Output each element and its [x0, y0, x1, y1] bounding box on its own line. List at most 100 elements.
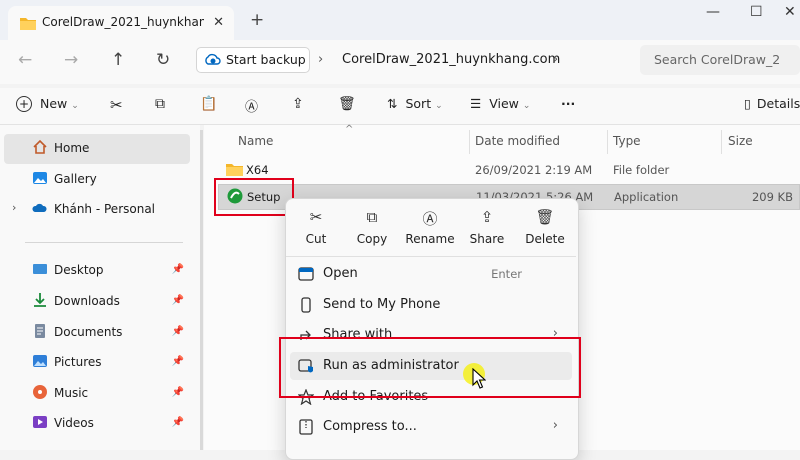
pin-icon[interactable]: 📌: [172, 326, 184, 337]
pin-icon[interactable]: 📌: [172, 387, 184, 398]
sidebar-item-downloads[interactable]: Downloads 📌: [4, 287, 190, 317]
chevron-down-icon: ⌄: [435, 101, 443, 111]
cloud-icon: [32, 203, 47, 212]
quick-action-label: Rename: [405, 232, 455, 246]
refresh-icon[interactable]: ↻: [156, 50, 170, 70]
phone-icon: [301, 297, 311, 313]
new-tab-button[interactable]: +: [250, 10, 264, 30]
pictures-icon: [33, 355, 47, 367]
sort-icon: ⇅: [387, 96, 398, 111]
sidebar-item-gallery[interactable]: Gallery: [4, 165, 190, 195]
pin-icon[interactable]: 📌: [172, 264, 184, 275]
tab-title: CorelDraw_2021_huynkhang.com: [42, 15, 204, 29]
forward-icon[interactable]: →: [64, 50, 78, 70]
sidebar-item-home[interactable]: Home: [4, 134, 190, 164]
view-button[interactable]: ☰ View ⌄: [470, 96, 530, 111]
breadcrumb-path[interactable]: CorelDraw_2021_huynkhang.com: [342, 52, 560, 67]
column-divider[interactable]: [469, 130, 470, 154]
sidebar-item-label: Home: [54, 141, 90, 155]
sidebar-item-label: Khánh - Personal: [54, 202, 156, 216]
highlight-box-run-as-admin: [279, 337, 581, 398]
rename-icon: Ⓐ: [422, 210, 438, 228]
search-input[interactable]: Search CorelDraw_2: [640, 45, 800, 75]
column-divider[interactable]: [721, 130, 722, 154]
new-label: New: [39, 96, 68, 111]
sidebar-scrollbar[interactable]: [200, 130, 203, 450]
menu-item-label: Send to My Phone: [323, 297, 441, 312]
cut-icon[interactable]: ✂: [110, 96, 123, 114]
file-type: File folder: [613, 163, 670, 177]
context-cut-button[interactable]: ✂ Cut: [291, 208, 341, 246]
close-window-button[interactable]: ✕: [784, 4, 796, 20]
delete-icon: 🗑: [535, 208, 555, 226]
pin-icon[interactable]: 📌: [172, 356, 184, 367]
highlight-box-setup: [214, 178, 294, 216]
column-header-date[interactable]: Date modified: [475, 134, 560, 148]
breadcrumb-chevron-icon[interactable]: ›: [553, 52, 558, 67]
sort-button[interactable]: ⇅ Sort ⌄: [387, 96, 443, 111]
cloud-backup-icon: [205, 53, 221, 65]
paste-icon[interactable]: 📋: [200, 96, 217, 112]
menu-item-open[interactable]: Open Enter: [290, 260, 572, 288]
new-button[interactable]: + New ⌄: [16, 96, 79, 112]
chevron-right-icon: ›: [552, 418, 558, 433]
details-pane-button[interactable]: ▯ Details: [744, 96, 800, 111]
sidebar-item-documents[interactable]: Documents 📌: [4, 318, 190, 348]
pin-icon[interactable]: 📌: [172, 295, 184, 306]
sidebar-divider: [25, 242, 183, 243]
minimize-button[interactable]: —: [706, 4, 720, 20]
sidebar-item-desktop[interactable]: Desktop 📌: [4, 256, 190, 286]
delete-icon[interactable]: 🗑: [338, 96, 356, 112]
sidebar-item-label: Gallery: [54, 172, 97, 186]
folder-icon: [20, 18, 36, 30]
copy-icon[interactable]: ⧉: [155, 96, 165, 112]
context-share-button[interactable]: ⇪ Share: [462, 208, 512, 246]
more-options-button[interactable]: ···: [561, 96, 575, 111]
menu-item-label: Open: [323, 266, 358, 281]
back-icon[interactable]: ←: [18, 50, 32, 70]
desktop-icon: [33, 264, 47, 274]
sidebar-item-label: Downloads: [54, 294, 120, 308]
maximize-button[interactable]: ☐: [750, 4, 763, 20]
menu-item-send-to-phone[interactable]: Send to My Phone: [290, 291, 572, 319]
open-icon: [298, 267, 314, 281]
sidebar-item-pictures[interactable]: Pictures 📌: [4, 348, 190, 378]
share-icon[interactable]: ⇪: [292, 96, 304, 112]
start-backup-button[interactable]: Start backup: [196, 47, 310, 73]
share-icon: ⇪: [480, 208, 494, 226]
table-row[interactable]: X64 26/09/2021 2:19 AM File folder: [218, 158, 798, 182]
chevron-down-icon: ⌄: [522, 101, 531, 111]
up-icon[interactable]: ↑: [111, 50, 125, 70]
breadcrumb-chevron-icon[interactable]: ›: [318, 52, 323, 67]
copy-icon: ⧉: [366, 208, 378, 226]
sort-label: Sort: [405, 96, 432, 111]
tab-close-icon[interactable]: ✕: [213, 15, 224, 30]
rename-icon[interactable]: Ⓐ: [245, 96, 258, 115]
videos-icon: [33, 416, 47, 428]
download-icon: [34, 293, 46, 307]
quick-action-label: Delete: [525, 232, 565, 246]
file-type: Application: [614, 190, 679, 204]
music-icon: [33, 385, 47, 399]
column-divider[interactable]: [607, 130, 608, 154]
details-label: Details: [756, 96, 800, 111]
file-date: 26/09/2021 2:19 AM: [475, 163, 593, 177]
context-delete-button[interactable]: 🗑 Delete: [520, 208, 570, 246]
column-header-type[interactable]: Type: [613, 134, 641, 148]
sidebar-item-videos[interactable]: Videos 📌: [4, 409, 190, 439]
context-copy-button[interactable]: ⧉ Copy: [347, 208, 397, 246]
column-header-size[interactable]: Size: [728, 134, 753, 148]
pin-icon[interactable]: 📌: [172, 417, 184, 428]
chevron-down-icon: ⌄: [71, 101, 79, 111]
sidebar-item-onedrive[interactable]: › Khánh - Personal: [4, 195, 190, 225]
chevron-right-icon[interactable]: ›: [12, 201, 16, 214]
cut-icon: ✂: [309, 208, 323, 226]
file-name: X64: [246, 163, 269, 177]
column-header-name[interactable]: Name: [238, 134, 273, 148]
context-rename-button[interactable]: Ⓐ Rename: [405, 208, 455, 246]
tab-coreldraw-folder[interactable]: CorelDraw_2021_huynkhang.com ✕: [8, 6, 234, 40]
sidebar-item-music[interactable]: Music 📌: [4, 379, 190, 409]
menu-item-compress-to[interactable]: Compress to... ›: [290, 413, 572, 441]
sidebar-item-label: Pictures: [54, 355, 102, 369]
menu-item-label: Compress to...: [323, 419, 417, 434]
